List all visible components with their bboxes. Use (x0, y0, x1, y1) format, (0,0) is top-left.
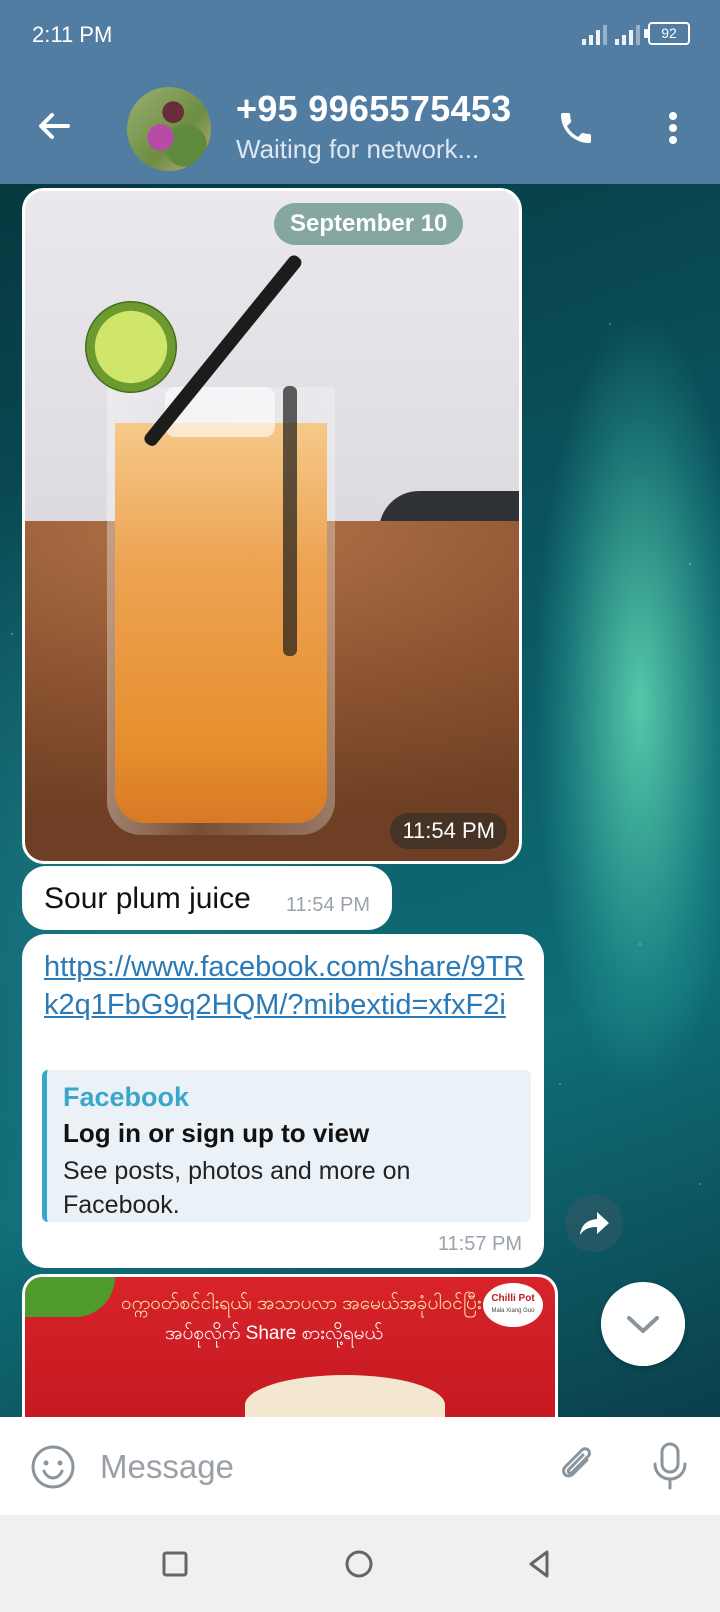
message-input-bar (0, 1417, 720, 1515)
chat-header: +95 9965575453 Waiting for network... (0, 72, 720, 184)
poster-plate (245, 1375, 445, 1417)
message-time: 11:54 PM (285, 894, 370, 916)
more-options-icon[interactable] (658, 108, 688, 148)
link-preview[interactable]: Facebook Log in or sign up to view See p… (42, 1070, 531, 1222)
poster-logo: Chilli Pot Mala Xiang Guo (483, 1283, 543, 1327)
message-time: 11:54 PM (390, 813, 507, 849)
poster-leaf (25, 1277, 115, 1317)
attach-icon[interactable] (554, 1443, 600, 1489)
status-time: 2:11 PM (32, 22, 113, 47)
photo-message[interactable]: September 10 11:54 PM (22, 188, 522, 864)
battery-icon: 92 (644, 22, 690, 45)
emoji-icon[interactable] (30, 1444, 76, 1490)
image-message[interactable]: ဝက္ကဝတ်စင်ငါးရယ်၊ အသာပလာ အမေယ်အခုံပါဝင်ပ… (22, 1274, 558, 1417)
microphone-icon[interactable] (650, 1441, 690, 1491)
contact-status: Waiting for network... (236, 134, 480, 164)
share-icon[interactable] (565, 1194, 623, 1252)
signal-icon (582, 23, 607, 45)
status-icons: 92 (582, 22, 690, 45)
poster-text-line1: ဝက္ကဝတ်စင်ငါးရယ်၊ အသာပလာ အမေယ်အခုံပါဝင်ပ… (121, 1293, 482, 1314)
chat-area[interactable]: September 10 11:54 PM Sour plum juice 11… (0, 184, 720, 1417)
date-separator: September 10 (274, 203, 464, 245)
photo-lime (85, 301, 177, 393)
recents-icon[interactable] (152, 1541, 198, 1587)
message-link[interactable]: https://www.facebook.com/share/9TRk2q1Fb… (44, 948, 534, 1024)
scroll-down-button[interactable] (601, 1282, 685, 1366)
photo-straw-inner (283, 386, 297, 656)
back-nav-icon[interactable] (516, 1541, 562, 1587)
home-icon[interactable] (336, 1541, 382, 1587)
link-message[interactable]: https://www.facebook.com/share/9TRk2q1Fb… (22, 934, 544, 1268)
message-text: Sour plum juice (44, 882, 251, 915)
text-message[interactable]: Sour plum juice 11:54 PM (22, 866, 392, 930)
preview-title: Log in or sign up to view (63, 1118, 370, 1148)
poster-text-line2: အပ်စုလိုက် Share စားလို့ရမယ် (165, 1323, 383, 1344)
contact-avatar[interactable] (127, 87, 211, 171)
back-arrow-icon[interactable] (34, 106, 74, 146)
status-bar: 2:11 PM 92 (0, 0, 720, 72)
preview-description: See posts, photos and more on Facebook. (63, 1157, 411, 1219)
signal-icon-2 (615, 23, 640, 45)
phone-icon[interactable] (556, 108, 596, 148)
message-time: 11:57 PM (437, 1233, 522, 1255)
message-input[interactable] (98, 1439, 522, 1495)
preview-site-name: Facebook (63, 1082, 190, 1112)
system-navigation-bar (0, 1515, 720, 1612)
contact-name[interactable]: +95 9965575453 (236, 88, 511, 130)
